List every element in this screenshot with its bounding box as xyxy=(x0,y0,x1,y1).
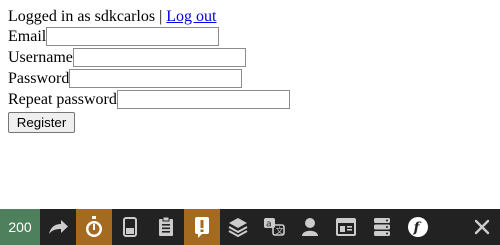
redirect-icon xyxy=(47,217,69,237)
username-row: Username xyxy=(8,47,290,68)
user-icon xyxy=(301,217,319,237)
security-panel[interactable] xyxy=(292,209,328,245)
close-icon xyxy=(474,219,490,235)
password-label: Password xyxy=(8,69,70,87)
username-field[interactable] xyxy=(72,48,246,67)
password-field[interactable] xyxy=(69,69,243,88)
timer-panel[interactable] xyxy=(76,209,112,245)
translation-panel[interactable]: a文 xyxy=(256,209,292,245)
clipboard-icon xyxy=(158,217,174,237)
page-content: Logged in as sdkcarlos | Log out Email U… xyxy=(8,8,290,133)
translation-icon: a文 xyxy=(263,217,285,237)
repeat-password-label: Repeat password xyxy=(8,90,117,108)
repeat-password-row: Repeat password xyxy=(8,89,290,110)
login-status: Logged in as sdkcarlos | Log out xyxy=(8,8,290,26)
layers-icon xyxy=(228,217,248,237)
separator: | xyxy=(159,8,163,25)
twig-panel[interactable] xyxy=(328,209,364,245)
redirect-panel[interactable] xyxy=(40,209,76,245)
memory-icon xyxy=(123,217,137,237)
password-row: Password xyxy=(8,68,290,89)
template-icon xyxy=(336,218,356,236)
logged-in-text: Logged in as sdkcarlos xyxy=(8,8,156,25)
database-panel[interactable] xyxy=(364,209,400,245)
repeat-password-field[interactable] xyxy=(116,90,290,109)
database-icon xyxy=(373,217,391,237)
symfony-icon: f xyxy=(407,216,429,238)
layers-panel[interactable] xyxy=(220,209,256,245)
svg-text:a: a xyxy=(266,220,272,230)
register-button[interactable]: Register xyxy=(8,112,75,133)
status-code-badge[interactable]: 200 xyxy=(0,209,40,245)
toolbar-close-button[interactable] xyxy=(464,209,500,245)
symfony-panel[interactable]: f xyxy=(400,209,436,245)
email-field[interactable] xyxy=(46,27,220,46)
memory-panel[interactable] xyxy=(112,209,148,245)
svg-text:文: 文 xyxy=(276,226,284,236)
email-label: Email xyxy=(8,27,47,45)
request-panel[interactable] xyxy=(148,209,184,245)
register-form: Email Username Password Repeat password … xyxy=(8,26,290,133)
username-label: Username xyxy=(8,48,73,66)
email-row: Email xyxy=(8,26,290,47)
debug-toolbar: 200 a文 f xyxy=(0,209,500,245)
alert-icon xyxy=(194,216,210,238)
logs-panel[interactable] xyxy=(184,209,220,245)
timer-icon xyxy=(84,216,104,238)
logout-link[interactable]: Log out xyxy=(166,8,216,25)
